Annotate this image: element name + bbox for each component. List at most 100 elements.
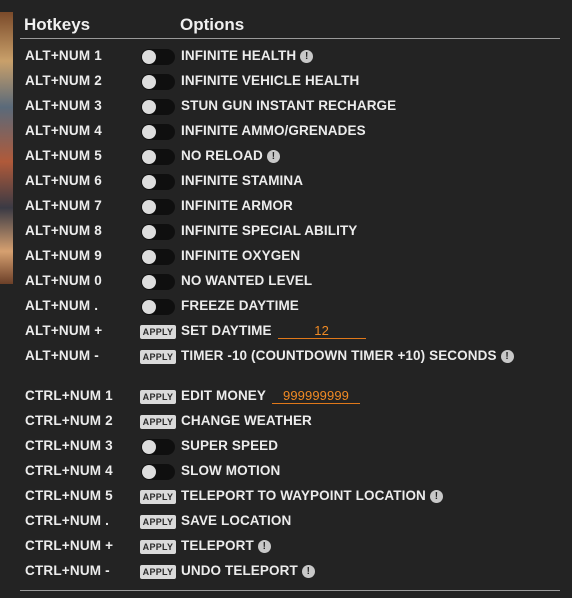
option-label-wrap: SUPER SPEED <box>181 438 278 453</box>
option-label: SET DAYTIME <box>181 323 272 338</box>
toggle-knob <box>142 50 156 64</box>
option-label-wrap: TELEPORT TO WAYPOINT LOCATION! <box>181 488 443 503</box>
toggle-knob <box>142 225 156 239</box>
toggle-switch[interactable] <box>141 74 175 90</box>
hotkey-label: CTRL+NUM . <box>25 513 110 528</box>
option-label: FREEZE DAYTIME <box>181 298 299 313</box>
hotkey-label: CTRL+NUM 4 <box>25 463 113 478</box>
option-row: CTRL+NUM 4 SLOW MOTION <box>20 459 560 484</box>
option-row: ALT+NUM . FREEZE DAYTIME <box>20 294 560 319</box>
option-label: EDIT MONEY <box>181 388 267 403</box>
option-label: INFINITE SPECIAL ABILITY <box>181 223 358 238</box>
toggle-switch[interactable] <box>141 199 175 215</box>
info-icon[interactable]: ! <box>301 565 315 578</box>
option-row: ALT+NUM 3 STUN GUN INSTANT RECHARGE <box>20 94 560 119</box>
hotkey-label: ALT+NUM . <box>25 298 99 313</box>
toggle-knob <box>142 100 156 114</box>
option-label-wrap: TELEPORT! <box>181 538 271 553</box>
option-label-wrap: SLOW MOTION <box>181 463 280 478</box>
option-label-wrap: INFINITE ARMOR <box>181 198 293 213</box>
money-input[interactable]: 999999999 <box>272 388 361 404</box>
info-icon[interactable]: ! <box>266 150 280 163</box>
hotkey-label: CTRL+NUM 5 <box>25 488 113 503</box>
hotkey-label: ALT+NUM + <box>25 323 103 338</box>
info-icon[interactable]: ! <box>300 50 314 63</box>
option-label: INFINITE OXYGEN <box>181 248 301 263</box>
apply-button[interactable]: APPLY <box>140 325 176 339</box>
hotkey-label: ALT+NUM 7 <box>25 198 102 213</box>
hotkey-label: ALT+NUM 6 <box>25 173 102 188</box>
apply-button[interactable]: APPLY <box>140 390 176 404</box>
option-label: INFINITE ARMOR <box>181 198 293 213</box>
hotkeys-column-header: Hotkeys <box>24 15 91 34</box>
option-label-wrap: CHANGE WEATHER <box>181 413 312 428</box>
option-label-wrap: SET DAYTIME 12 <box>181 323 366 339</box>
hotkey-label: CTRL+NUM 3 <box>25 438 113 453</box>
option-label: UNDO TELEPORT <box>181 563 298 578</box>
toggle-knob <box>142 75 156 89</box>
option-label: TELEPORT TO WAYPOINT LOCATION <box>181 488 426 503</box>
info-icon[interactable]: ! <box>429 490 443 503</box>
hotkey-label: CTRL+NUM - <box>25 563 110 578</box>
option-label: SLOW MOTION <box>181 463 281 478</box>
apply-button[interactable]: APPLY <box>140 540 176 554</box>
apply-button[interactable]: APPLY <box>140 415 176 429</box>
toggle-switch[interactable] <box>141 49 175 65</box>
toggle-switch[interactable] <box>141 274 175 290</box>
info-icon[interactable]: ! <box>257 540 271 553</box>
toggle-switch[interactable] <box>141 464 175 480</box>
toggle-switch[interactable] <box>141 124 175 140</box>
hotkey-label: ALT+NUM - <box>25 348 99 363</box>
option-label: INFINITE STAMINA <box>181 173 304 188</box>
option-row: ALT+NUM 8 INFINITE SPECIAL ABILITY <box>20 219 560 244</box>
option-row: CTRL+NUM 3 SUPER SPEED <box>20 434 560 459</box>
option-label: INFINITE HEALTH <box>181 48 297 63</box>
toggle-knob <box>142 200 156 214</box>
option-label: TIMER -10 (COUNTDOWN TIMER +10) SECONDS <box>181 348 497 363</box>
apply-button[interactable]: APPLY <box>140 490 176 504</box>
apply-button[interactable]: APPLY <box>140 350 176 364</box>
option-label-wrap: NO WANTED LEVEL <box>181 273 312 288</box>
toggle-knob <box>142 150 156 164</box>
header-divider <box>20 38 560 39</box>
option-row: CTRL+NUM 2 APPLY CHANGE WEATHER <box>20 409 560 434</box>
option-label-wrap: INFINITE SPECIAL ABILITY <box>181 223 357 238</box>
option-row: ALT+NUM - APPLY TIMER -10 (COUNTDOWN TIMER… <box>20 344 560 369</box>
toggle-switch[interactable] <box>141 99 175 115</box>
option-label: SAVE LOCATION <box>181 513 292 528</box>
toggle-knob <box>142 250 156 264</box>
option-row: ALT+NUM 1 INFINITE HEALTH! <box>20 44 560 69</box>
option-label-wrap: SAVE LOCATION <box>181 513 291 528</box>
daytime-input[interactable]: 12 <box>277 323 366 339</box>
apply-button[interactable]: APPLY <box>140 515 176 529</box>
hotkey-label: ALT+NUM 9 <box>25 248 102 263</box>
option-label-wrap: TIMER -10 (COUNTDOWN TIMER +10) SECONDS! <box>181 348 514 363</box>
info-icon[interactable]: ! <box>500 350 514 363</box>
toggle-knob <box>142 125 156 139</box>
toggle-switch[interactable] <box>141 249 175 265</box>
option-row: ALT+NUM + APPLY SET DAYTIME 12 <box>20 319 560 344</box>
hotkey-label: ALT+NUM 3 <box>25 98 102 113</box>
options-column-header: Options <box>180 15 245 34</box>
hotkey-label: ALT+NUM 0 <box>25 273 102 288</box>
toggle-knob <box>142 465 156 479</box>
option-label-wrap: INFINITE OXYGEN <box>181 248 300 263</box>
option-label-wrap: EDIT MONEY 999999999 <box>181 388 361 404</box>
option-row: CTRL+NUM + APPLY TELEPORT! <box>20 534 560 559</box>
apply-button[interactable]: APPLY <box>140 565 176 579</box>
toggle-switch[interactable] <box>141 174 175 190</box>
option-label-wrap: STUN GUN INSTANT RECHARGE <box>181 98 396 113</box>
hotkey-label: CTRL+NUM + <box>25 538 114 553</box>
option-label-wrap: INFINITE VEHICLE HEALTH <box>181 73 359 88</box>
option-label: SUPER SPEED <box>181 438 279 453</box>
toggle-switch[interactable] <box>141 439 175 455</box>
option-label: STUN GUN INSTANT RECHARGE <box>181 98 397 113</box>
toggle-switch[interactable] <box>141 224 175 240</box>
option-row: ALT+NUM 6 INFINITE STAMINA <box>20 169 560 194</box>
option-row: CTRL+NUM 5 APPLY TELEPORT TO WAYPOINT LOCA… <box>20 484 560 509</box>
option-row: ALT+NUM 7 INFINITE ARMOR <box>20 194 560 219</box>
toggle-switch[interactable] <box>141 299 175 315</box>
hotkey-label: ALT+NUM 2 <box>25 73 102 88</box>
option-label-wrap: INFINITE HEALTH! <box>181 48 314 63</box>
toggle-switch[interactable] <box>141 149 175 165</box>
